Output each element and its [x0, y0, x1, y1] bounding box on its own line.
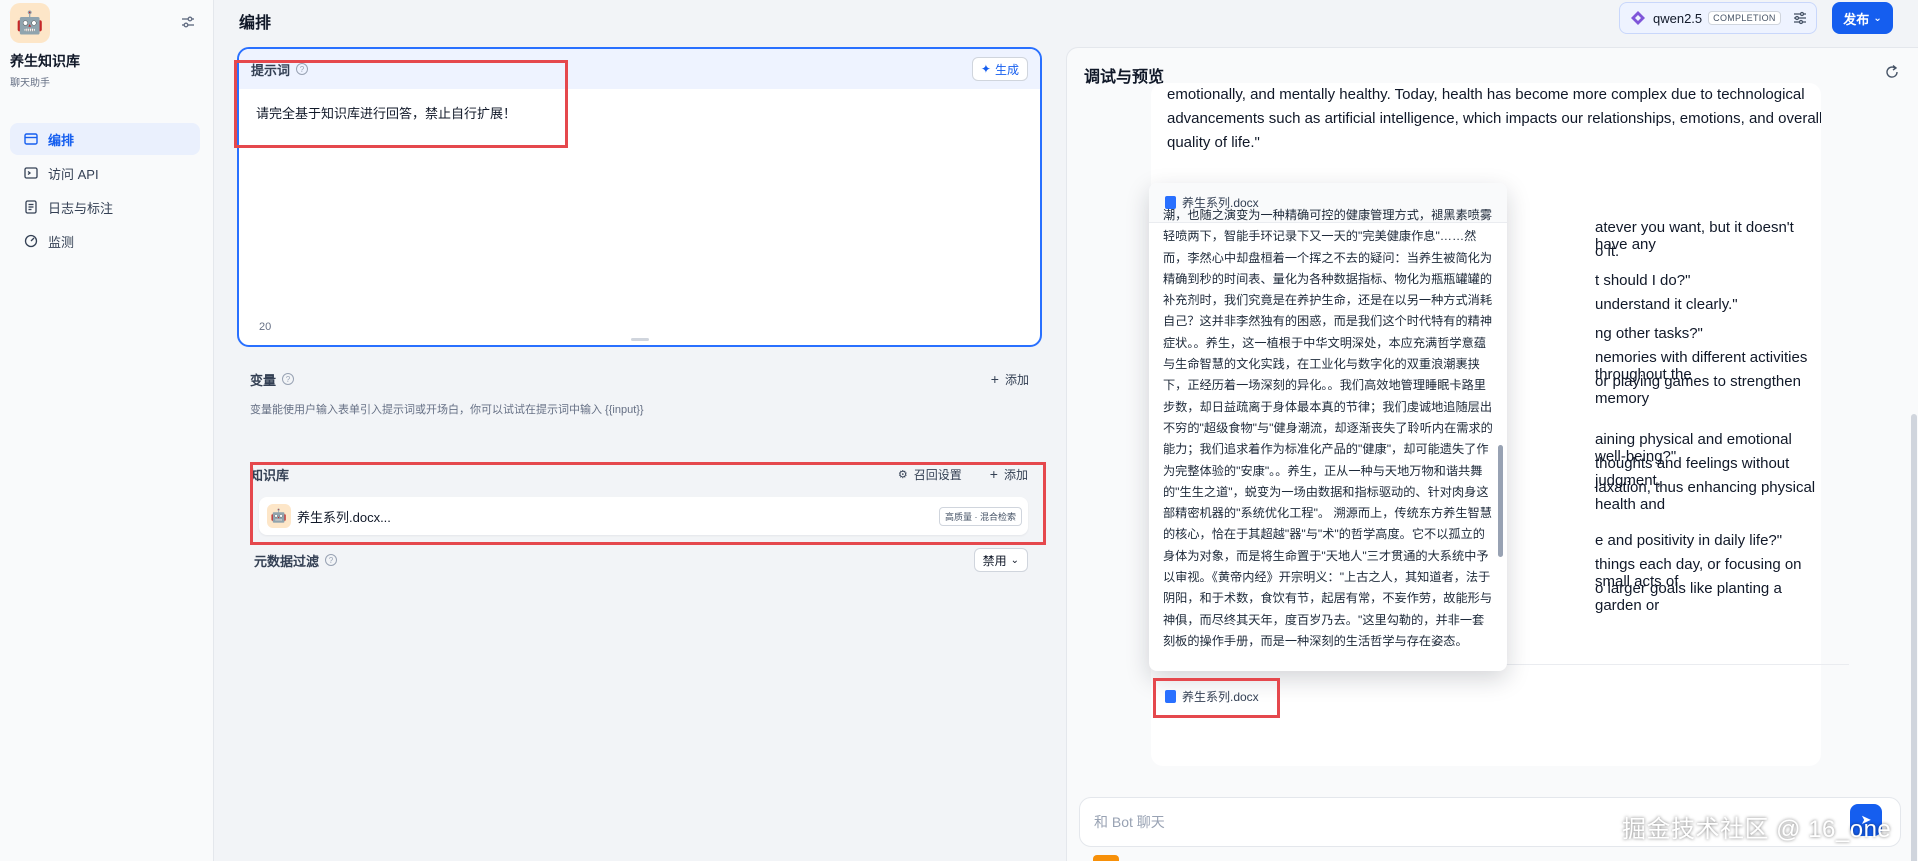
- model-selector[interactable]: qwen2.5 COMPLETION: [1619, 2, 1817, 34]
- popup-scrollbar[interactable]: [1498, 445, 1503, 557]
- refresh-icon[interactable]: [1884, 64, 1900, 80]
- prompt-panel: 提示词 ? ✦ 生成 请完全基于知识库进行回答，禁止自行扩展！ 20: [237, 47, 1042, 347]
- model-mode-tag: COMPLETION: [1708, 11, 1781, 25]
- answer-fragment: atever you want, but it doesn't have any: [1595, 219, 1794, 253]
- layout-icon: [23, 132, 38, 147]
- publish-button[interactable]: 发布 ⌄: [1832, 2, 1893, 34]
- retrieval-mode-badge: 高质量 · 混合检索: [939, 506, 1022, 526]
- sidebar-item-logs[interactable]: 日志与标注: [10, 191, 200, 223]
- add-knowledge-button[interactable]: + 添加: [990, 466, 1028, 483]
- app-root: 🤖 养生知识库 聊天助手 编排 访问 API 日志与标注 监测 编排 qwen2…: [0, 0, 1918, 861]
- add-variable-button[interactable]: + 添加: [991, 371, 1029, 388]
- add-label: 添加: [1003, 467, 1028, 482]
- app-name: 养生知识库: [10, 53, 80, 69]
- sidebar-item-monitor[interactable]: 监测: [10, 225, 200, 257]
- metadata-filter-title: 元数据过滤: [254, 553, 320, 569]
- citation-chip[interactable]: 养生系列.docx: [1157, 680, 1267, 712]
- watermark: 掘金技术社区 @ 16_one: [1622, 816, 1892, 843]
- dataset-icon: 🤖: [267, 504, 291, 528]
- answer-fragment: or playing games to strengthen memory: [1595, 373, 1801, 407]
- prompt-textarea[interactable]: 请完全基于知识库进行回答，禁止自行扩展！: [239, 89, 1040, 136]
- preview-scrollbar[interactable]: [1911, 414, 1917, 861]
- answer-fragment: o it.: [1595, 243, 1620, 260]
- add-label: 添加: [1004, 372, 1029, 387]
- recall-label: 召回设置: [913, 467, 962, 482]
- plus-icon: +: [989, 466, 998, 482]
- answer-fragment: o larger goals like planting a garden or: [1595, 580, 1782, 614]
- variables-hint: 变量能使用户输入表单引入提示词或开场白，你可以试试在提示词中输入 {{input…: [250, 404, 644, 416]
- variables-header: 变量 ? + 添加: [237, 357, 1042, 401]
- sidebar-item-api[interactable]: 访问 API: [10, 157, 200, 189]
- generate-button[interactable]: ✦ 生成: [971, 57, 1028, 81]
- plus-icon: +: [990, 371, 999, 387]
- resize-handle[interactable]: [631, 338, 649, 341]
- app-logo: 🤖: [10, 3, 50, 43]
- monitor-icon: [23, 234, 38, 249]
- prompt-char-count: 20: [259, 321, 272, 333]
- sidebar-nav: 编排 访问 API 日志与标注 监测: [10, 123, 200, 259]
- chevron-down-icon: ⌄: [1010, 554, 1019, 566]
- knowledge-header: 知识库 ⚙ 召回设置 + 添加: [237, 451, 1042, 497]
- variables-title: 变量: [250, 372, 277, 388]
- help-icon[interactable]: ?: [296, 63, 309, 75]
- sidebar-item-label: 编排: [48, 132, 75, 148]
- prompt-header: 提示词 ? ✦ 生成: [239, 49, 1040, 89]
- app-subtitle: 聊天助手: [10, 78, 50, 89]
- metadata-filter-row: 元数据过滤 ? 禁用 ⌄: [237, 539, 1042, 581]
- knowledge-title: 知识库: [250, 467, 290, 483]
- sparkle-icon: ✦: [980, 62, 991, 76]
- log-icon: [23, 200, 38, 215]
- qwen-logo-icon: [1628, 8, 1648, 28]
- answer-fragment: laxation, thus enhancing physical health…: [1595, 479, 1816, 513]
- knowledge-item-name: 养生系列.docx...: [297, 509, 391, 525]
- sidebar: 🤖 养生知识库 聊天助手 编排 访问 API 日志与标注 监测: [0, 0, 214, 861]
- publish-label: 发布: [1843, 11, 1870, 27]
- variables-panel: 变量 ? + 添加 变量能使用户输入表单引入提示词或开场白，你可以试试在提示词中…: [237, 357, 1042, 441]
- metadata-filter-value: 禁用: [982, 553, 1007, 568]
- answer-fragment: understand it clearly.": [1595, 296, 1738, 313]
- recall-settings-button[interactable]: ⚙ 召回设置: [898, 466, 962, 483]
- settings-sliders-icon[interactable]: [1792, 10, 1808, 26]
- citation-popup: 养生系列.docx 潮，也随之演变为一种精确可控的健康管理方式，褪黑素喷雾轻喷两…: [1149, 183, 1507, 671]
- answer-fragment: ng other tasks?": [1595, 325, 1703, 342]
- sidebar-item-label: 日志与标注: [48, 200, 114, 216]
- word-doc-icon: [1165, 689, 1176, 703]
- settings-sliders-icon: ⚙: [897, 468, 908, 481]
- sidebar-item-label: 访问 API: [48, 166, 99, 182]
- help-icon[interactable]: ?: [325, 554, 338, 566]
- help-icon[interactable]: ?: [282, 373, 295, 385]
- page-title: 编排: [239, 15, 272, 32]
- knowledge-panel: 知识库 ⚙ 召回设置 + 添加 🤖 养生系列.docx... 高质量 · 混合检…: [237, 451, 1042, 586]
- terminal-icon: [23, 166, 38, 181]
- prompt-title: 提示词: [251, 62, 291, 78]
- knowledge-item[interactable]: 🤖 养生系列.docx... 高质量 · 混合检索: [259, 497, 1028, 535]
- chevron-down-icon: ⌄: [1873, 12, 1882, 24]
- sidebar-item-label: 监测: [48, 234, 75, 250]
- generate-label: 生成: [994, 62, 1019, 77]
- user-avatar: [1093, 855, 1119, 861]
- answer-fragment: e and positivity in daily life?": [1595, 532, 1783, 549]
- top-bar: 编排 qwen2.5 COMPLETION 发布 ⌄: [215, 0, 1918, 36]
- sidebar-collapse-icon[interactable]: [180, 14, 196, 30]
- sidebar-item-orchestrate[interactable]: 编排: [10, 123, 200, 155]
- chat-placeholder: 和 Bot 聊天: [1094, 814, 1165, 830]
- citation-label: 养生系列.docx: [1182, 689, 1259, 704]
- answer-fragment: t should I do?": [1595, 272, 1691, 289]
- metadata-filter-select[interactable]: 禁用 ⌄: [973, 548, 1028, 572]
- popup-text: 潮，也随之演变为一种精确可控的健康管理方式，褪黑素喷雾轻喷两下，智能手环记录下又…: [1163, 208, 1493, 648]
- model-name: qwen2.5: [1653, 10, 1703, 26]
